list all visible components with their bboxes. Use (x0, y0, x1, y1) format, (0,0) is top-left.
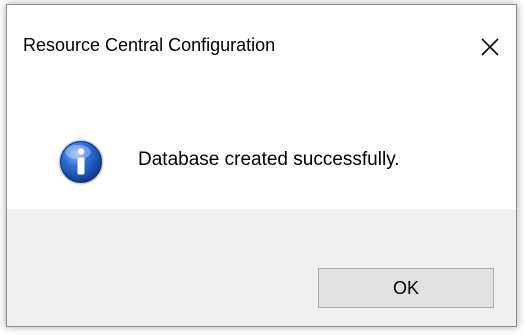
info-icon (58, 139, 104, 185)
ok-button[interactable]: OK (318, 268, 494, 308)
close-button[interactable] (468, 27, 512, 67)
dialog-content: Database created successfully. (7, 83, 516, 209)
message-dialog: Resource Central Configuration Database … (6, 4, 517, 327)
dialog-titlebar[interactable]: Resource Central Configuration (7, 5, 516, 83)
dialog-footer: OK (7, 209, 516, 326)
screen: Resource Central Configuration Database … (0, 0, 526, 335)
dialog-message: Database created successfully. (138, 149, 400, 170)
dialog-title: Resource Central Configuration (23, 35, 276, 55)
close-icon (481, 38, 499, 56)
